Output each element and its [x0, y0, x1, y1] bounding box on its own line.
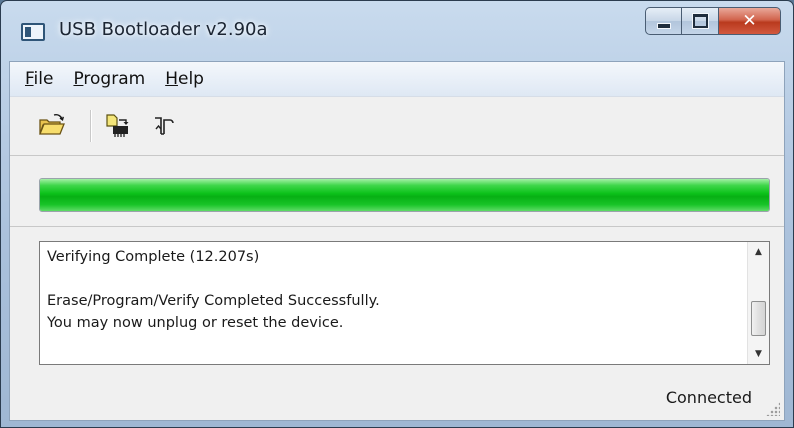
- resize-grip-icon[interactable]: [766, 402, 780, 416]
- progress-bar: [39, 178, 770, 212]
- menu-program[interactable]: Program: [63, 62, 155, 96]
- toolbar-separator: [90, 110, 92, 142]
- caption-buttons: ✕: [645, 7, 781, 37]
- menu-bar: File Program Help: [10, 62, 784, 97]
- scroll-up-arrow-icon[interactable]: ▲: [748, 242, 769, 262]
- reset-device-icon: [155, 117, 174, 135]
- log-line: You may now unplug or reset the device.: [47, 315, 344, 331]
- log-line: Erase/Program/Verify Completed Successfu…: [47, 293, 380, 309]
- close-icon: ✕: [742, 11, 757, 31]
- program-device-button[interactable]: [104, 111, 134, 141]
- scroll-down-arrow-icon[interactable]: ▼: [748, 344, 769, 364]
- main-window: USB Bootloader v2.90a ✕ File Program Hel…: [0, 0, 794, 428]
- open-folder-icon: [39, 114, 65, 135]
- log-scrollbar[interactable]: ▲ ▼: [747, 242, 769, 364]
- app-icon[interactable]: [21, 23, 45, 41]
- progress-fill: [40, 179, 769, 211]
- menu-help[interactable]: Help: [155, 62, 214, 96]
- log-text: Verifying Complete (12.207s) Erase/Progr…: [47, 246, 737, 334]
- window-title: USB Bootloader v2.90a: [59, 19, 268, 40]
- maximize-button[interactable]: [682, 7, 719, 35]
- connection-status: Connected: [665, 388, 752, 407]
- status-bar: Connected: [10, 376, 784, 420]
- scroll-thumb[interactable]: [751, 301, 766, 336]
- progress-area: [10, 156, 784, 227]
- open-file-button[interactable]: [37, 111, 67, 141]
- log-line: Verifying Complete (12.207s): [47, 249, 260, 265]
- maximize-icon: [692, 14, 708, 28]
- menu-file[interactable]: File: [10, 62, 63, 96]
- log-output[interactable]: Verifying Complete (12.207s) Erase/Progr…: [39, 241, 770, 365]
- title-bar[interactable]: USB Bootloader v2.90a ✕: [1, 1, 793, 53]
- toolbar: [10, 97, 784, 156]
- close-button[interactable]: ✕: [719, 7, 781, 35]
- minimize-button[interactable]: [645, 7, 682, 35]
- client-area: File Program Help Verifying Complete (12…: [9, 61, 785, 421]
- minimize-icon: [657, 24, 670, 28]
- program-device-icon: [106, 114, 129, 137]
- reset-device-button[interactable]: [150, 111, 180, 141]
